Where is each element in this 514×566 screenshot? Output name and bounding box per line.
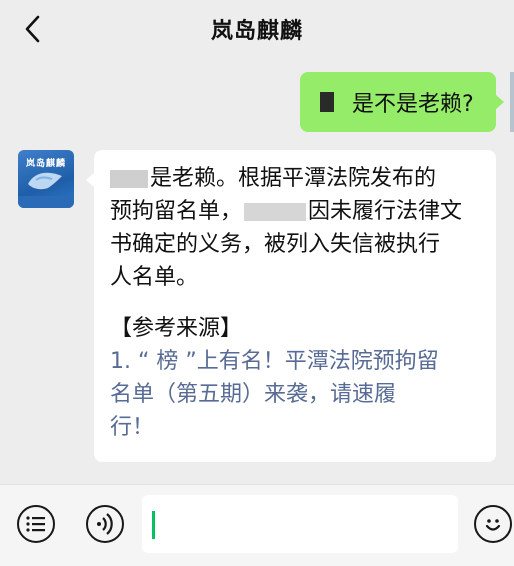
reference-link-line-2: 名单（第五期）来袭，请速履 bbox=[110, 382, 397, 407]
redacted-name bbox=[320, 92, 334, 112]
reference-link-line-3: 行！ bbox=[110, 415, 155, 440]
menu-button[interactable] bbox=[17, 505, 55, 543]
answer-line-4: 人名单。 bbox=[110, 265, 199, 290]
answer-paragraph: 是老赖。根据平潭法院发布的 预拘留名单， 因未履行法律文 书确定的义务，被列入失信… bbox=[110, 162, 482, 294]
page-title: 岚岛麒麟 bbox=[210, 19, 303, 44]
redacted-name bbox=[244, 203, 307, 221]
bot-avatar[interactable]: 岚岛麒麟 bbox=[18, 150, 74, 208]
reference-heading: 【参考来源】 bbox=[110, 316, 243, 341]
emoji-icon bbox=[485, 519, 501, 531]
emoji-button[interactable] bbox=[474, 505, 512, 543]
answer-line-2b: 因未履行法律文 bbox=[308, 199, 463, 224]
message-input[interactable] bbox=[142, 495, 458, 553]
input-bar bbox=[0, 484, 514, 566]
voice-button[interactable] bbox=[86, 505, 124, 543]
voice-icon bbox=[97, 513, 113, 535]
top-bar: 岚岛麒麟 bbox=[0, 0, 514, 58]
outgoing-message[interactable]: 是不是老赖? bbox=[300, 72, 504, 132]
outgoing-message-text: 是不是老赖? bbox=[352, 92, 474, 117]
text-caret bbox=[152, 511, 155, 539]
incoming-message[interactable]: 是老赖。根据平潭法院发布的 预拘留名单， 因未履行法律文 书确定的义务，被列入失信… bbox=[86, 150, 496, 462]
reference-link[interactable]: 1. “ 榜 ”上有名！平潭法院预拘留 名单（第五期）来袭，请速履 行！ bbox=[110, 345, 482, 444]
reference-link-line-1: 1. “ 榜 ”上有名！平潭法院预拘留 bbox=[110, 349, 439, 374]
list-menu-icon bbox=[26, 516, 45, 532]
answer-line-2a: 预拘留名单， bbox=[110, 199, 243, 224]
island-logo-icon bbox=[18, 172, 74, 208]
back-button[interactable] bbox=[16, 12, 50, 46]
chevron-left-icon bbox=[25, 15, 40, 43]
user-avatar[interactable] bbox=[510, 72, 514, 132]
answer-line-3: 书确定的义务，被列入失信被执行 bbox=[110, 232, 441, 257]
answer-line-1: 是老赖。根据平潭法院发布的 bbox=[150, 166, 437, 191]
redacted-name bbox=[110, 170, 148, 188]
